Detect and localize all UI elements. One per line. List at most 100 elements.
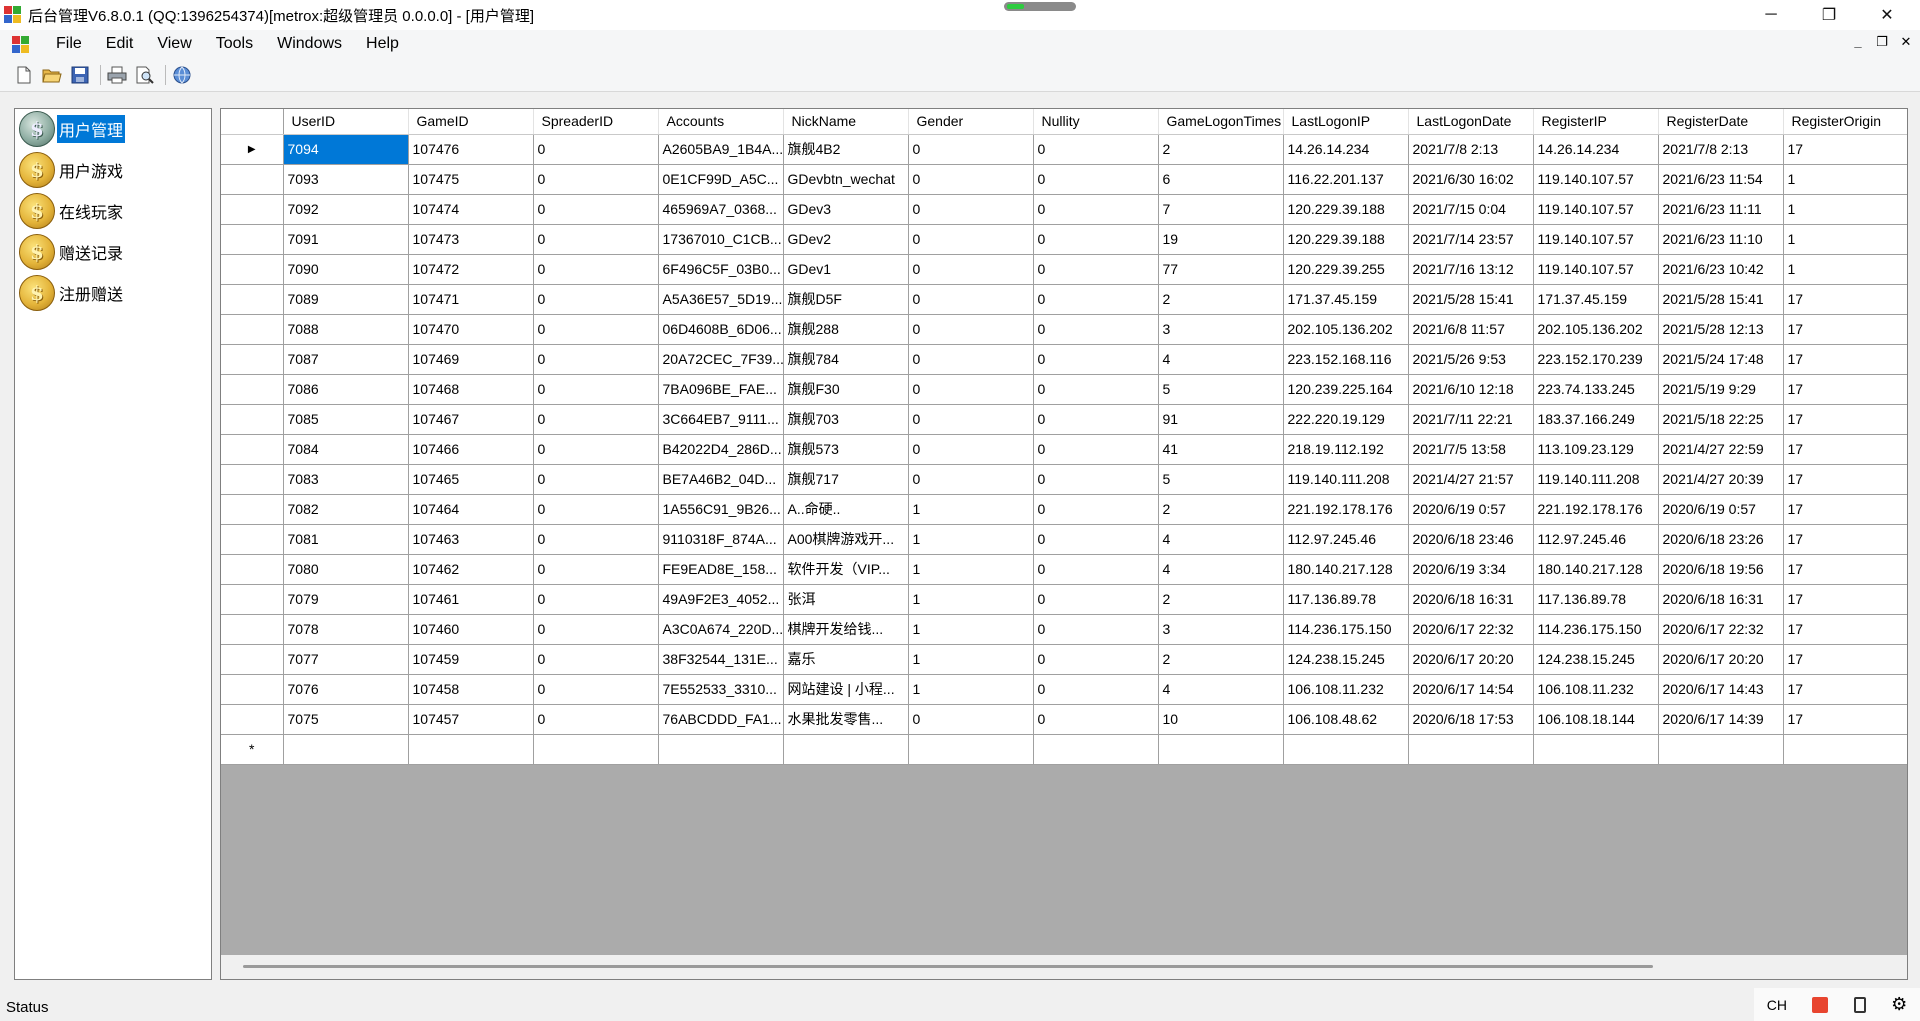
cell-userid[interactable]: 7078 [283, 614, 409, 645]
column-header-nickname[interactable]: NickName [783, 109, 909, 135]
row-header[interactable]: ▶ [221, 134, 284, 165]
cell-gender[interactable]: 1 [908, 494, 1034, 525]
table-row[interactable]: 7079 107461 0 49A9F2E3_4052... 张洱 1 0 2 117.136.… [221, 584, 1907, 615]
cell-registerdate[interactable]: 2021/4/27 20:39 [1658, 464, 1784, 495]
cell-registerip[interactable]: 119.140.107.57 [1533, 164, 1659, 195]
cell-gender[interactable]: 1 [908, 584, 1034, 615]
cell-accounts[interactable]: 49A9F2E3_4052... [658, 584, 784, 615]
cell-userid[interactable]: 7079 [283, 584, 409, 615]
cell-gender[interactable]: 1 [908, 554, 1034, 585]
cell-accounts[interactable]: 7E552533_3310... [658, 674, 784, 705]
sidebar-item-gift-records[interactable]: $ 赠送记录 [19, 232, 209, 272]
cell-accounts[interactable]: A2605BA9_1B4A... [658, 134, 784, 165]
cell-registerdate[interactable]: 2020/6/17 14:39 [1658, 704, 1784, 735]
cell-gender[interactable]: 0 [908, 404, 1034, 435]
cell-spreaderid[interactable]: 0 [533, 284, 659, 315]
cell-registerorigin[interactable]: 17 [1783, 314, 1907, 345]
cell-gender[interactable]: 0 [908, 254, 1034, 285]
cell-spreaderid[interactable]: 0 [533, 224, 659, 255]
cell-gamelogontimes[interactable]: 91 [1158, 404, 1284, 435]
print-icon[interactable] [105, 63, 129, 87]
tray-settings-icon[interactable]: ⚙ [1891, 994, 1907, 1015]
cell-nickname[interactable]: GDev3 [783, 194, 909, 225]
cell-gender[interactable]: 0 [908, 434, 1034, 465]
cell-accounts[interactable]: 3C664EB7_9111... [658, 404, 784, 435]
cell-gameid[interactable]: 107459 [408, 644, 534, 675]
cell-spreaderid[interactable]: 0 [533, 374, 659, 405]
cell-nullity[interactable]: 0 [1033, 284, 1159, 315]
cell-registerdate[interactable]: 2021/6/23 11:10 [1658, 224, 1784, 255]
column-header-lastlogondate[interactable]: LastLogonDate [1408, 109, 1534, 135]
cell-userid[interactable]: 7089 [283, 284, 409, 315]
ime-indicator[interactable]: CH [1767, 997, 1787, 1013]
cell-registerip[interactable]: 112.97.245.46 [1533, 524, 1659, 555]
cell-registerdate[interactable]: 2020/6/17 14:43 [1658, 674, 1784, 705]
cell-accounts[interactable]: 9110318F_874A... [658, 524, 784, 555]
cell-lastlogondate[interactable]: 2020/6/17 14:54 [1408, 674, 1534, 705]
cell-gameid[interactable]: 107465 [408, 464, 534, 495]
row-header[interactable] [221, 584, 284, 615]
cell-accounts[interactable]: A5A36E57_5D19... [658, 284, 784, 315]
column-header-userid[interactable]: UserID [283, 109, 409, 135]
menu-windows[interactable]: Windows [265, 35, 354, 53]
cell-registerorigin[interactable]: 17 [1783, 554, 1907, 585]
cell-gameid[interactable]: 107463 [408, 524, 534, 555]
cell-gameid[interactable]: 107472 [408, 254, 534, 285]
cell-accounts[interactable]: 465969A7_0368... [658, 194, 784, 225]
cell-gameid[interactable]: 107469 [408, 344, 534, 375]
cell-lastlogondate[interactable]: 2021/6/10 12:18 [1408, 374, 1534, 405]
cell-accounts[interactable]: 6F496C5F_03B0... [658, 254, 784, 285]
cell-gamelogontimes[interactable]: 3 [1158, 614, 1284, 645]
cell-userid[interactable]: 7075 [283, 704, 409, 735]
sidebar-item-online-players[interactable]: $ 在线玩家 [19, 191, 209, 231]
cell-gamelogontimes[interactable]: 4 [1158, 554, 1284, 585]
table-row[interactable]: 7081 107463 0 9110318F_874A... A00棋牌游戏开... 1 0… [221, 524, 1907, 555]
new-row-cell[interactable] [783, 734, 909, 765]
cell-gameid[interactable]: 107460 [408, 614, 534, 645]
cell-gamelogontimes[interactable]: 4 [1158, 524, 1284, 555]
cell-gamelogontimes[interactable]: 2 [1158, 284, 1284, 315]
new-row-cell[interactable] [283, 734, 409, 765]
cell-registerorigin[interactable]: 1 [1783, 194, 1907, 225]
cell-registerorigin[interactable]: 1 [1783, 164, 1907, 195]
cell-registerorigin[interactable]: 17 [1783, 344, 1907, 375]
sidebar-item-user-management[interactable]: $ 用户管理 [19, 109, 209, 149]
cell-lastlogonip[interactable]: 116.22.201.137 [1283, 164, 1409, 195]
cell-lastlogondate[interactable]: 2021/7/14 23:57 [1408, 224, 1534, 255]
cell-nickname[interactable]: 旗舰D5F [783, 284, 909, 315]
table-row[interactable]: 7088 107470 0 06D4608B_6D06... 旗舰288 0 0 3 202.1… [221, 314, 1907, 345]
cell-lastlogondate[interactable]: 2021/7/5 13:58 [1408, 434, 1534, 465]
cell-gender[interactable]: 0 [908, 284, 1034, 315]
new-file-icon[interactable] [12, 63, 36, 87]
cell-registerorigin[interactable]: 17 [1783, 374, 1907, 405]
cell-gameid[interactable]: 107461 [408, 584, 534, 615]
cell-registerdate[interactable]: 2021/5/24 17:48 [1658, 344, 1784, 375]
cell-lastlogonip[interactable]: 218.19.112.192 [1283, 434, 1409, 465]
cell-gamelogontimes[interactable]: 2 [1158, 494, 1284, 525]
cell-spreaderid[interactable]: 0 [533, 344, 659, 375]
cell-gamelogontimes[interactable]: 6 [1158, 164, 1284, 195]
cell-registerdate[interactable]: 2021/7/8 2:13 [1658, 134, 1784, 165]
cell-spreaderid[interactable]: 0 [533, 194, 659, 225]
cell-gamelogontimes[interactable]: 2 [1158, 134, 1284, 165]
save-icon[interactable] [68, 63, 92, 87]
cell-nullity[interactable]: 0 [1033, 374, 1159, 405]
minimize-button[interactable]: ─ [1742, 0, 1800, 30]
cell-nickname[interactable]: 张洱 [783, 584, 909, 615]
row-header[interactable] [221, 614, 284, 645]
cell-spreaderid[interactable]: 0 [533, 704, 659, 735]
column-header-gender[interactable]: Gender [908, 109, 1034, 135]
row-header[interactable] [221, 344, 284, 375]
cell-nickname[interactable]: 棋牌开发给钱... [783, 614, 909, 645]
cell-spreaderid[interactable]: 0 [533, 494, 659, 525]
cell-spreaderid[interactable]: 0 [533, 254, 659, 285]
close-button[interactable]: ✕ [1858, 0, 1916, 30]
cell-nullity[interactable]: 0 [1033, 674, 1159, 705]
cell-nickname[interactable]: 旗舰703 [783, 404, 909, 435]
column-header-registerip[interactable]: RegisterIP [1533, 109, 1659, 135]
cell-registerip[interactable]: 119.140.107.57 [1533, 194, 1659, 225]
cell-gamelogontimes[interactable]: 41 [1158, 434, 1284, 465]
column-header-nullity[interactable]: Nullity [1033, 109, 1159, 135]
cell-registerdate[interactable]: 2020/6/17 20:20 [1658, 644, 1784, 675]
cell-nullity[interactable]: 0 [1033, 434, 1159, 465]
